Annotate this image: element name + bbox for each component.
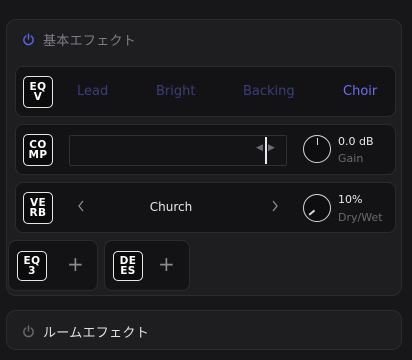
eq-preset-lead[interactable]: Lead bbox=[77, 84, 108, 99]
basic-effects-panel: 基本エフェクト EQ V Lead Bright Backing Choir C… bbox=[6, 19, 402, 296]
eq-preset-backing[interactable]: Backing bbox=[243, 84, 295, 99]
drag-right-icon: ▶ bbox=[268, 143, 275, 153]
comp-badge[interactable]: CO MP bbox=[23, 134, 53, 166]
eq-preset-choir[interactable]: Choir bbox=[343, 84, 377, 99]
verb-badge-line2: RB bbox=[29, 207, 47, 219]
eq-badge[interactable]: EQ V bbox=[23, 76, 53, 108]
verb-badge[interactable]: VE RB bbox=[23, 192, 53, 224]
room-effects-panel: ルームエフェクト bbox=[6, 310, 402, 350]
plus-icon[interactable]: + bbox=[158, 254, 175, 274]
drag-left-icon: ◀ bbox=[256, 143, 263, 153]
power-icon[interactable] bbox=[22, 32, 35, 46]
power-icon[interactable] bbox=[22, 325, 35, 338]
comp-threshold-meter[interactable]: ◀ ▶ bbox=[69, 135, 287, 166]
dry-wet-value: 10% bbox=[338, 193, 363, 206]
dees-slot[interactable]: DE ES + bbox=[104, 240, 190, 291]
knob-indicator bbox=[316, 138, 318, 145]
comp-row: CO MP ◀ ▶ 0.0 dB Gain bbox=[15, 124, 396, 175]
dees-badge-line2: ES bbox=[120, 265, 136, 277]
gain-label: Gain bbox=[338, 152, 364, 165]
gain-knob[interactable] bbox=[303, 135, 331, 163]
verb-preset-name: Church bbox=[149, 200, 193, 214]
dry-wet-label: Dry/Wet bbox=[338, 211, 383, 224]
dry-wet-knob[interactable] bbox=[303, 194, 331, 222]
threshold-handle[interactable] bbox=[265, 137, 267, 164]
eq3-badge-line2: 3 bbox=[28, 265, 36, 277]
eq-preset-bright[interactable]: Bright bbox=[156, 84, 195, 99]
dees-badge: DE ES bbox=[113, 251, 143, 281]
gain-value: 0.0 dB bbox=[338, 135, 374, 148]
eq3-slot[interactable]: EQ 3 + bbox=[8, 240, 98, 291]
eq3-badge: EQ 3 bbox=[17, 251, 47, 281]
basic-effects-title: 基本エフェクト bbox=[43, 33, 137, 49]
knob-indicator bbox=[308, 209, 315, 216]
verb-row: VE RB Church 10% Dry/Wet bbox=[15, 182, 396, 233]
room-effects-title: ルームエフェクト bbox=[43, 326, 150, 341]
chevron-left-icon[interactable] bbox=[73, 197, 89, 215]
eq-row: EQ V Lead Bright Backing Choir bbox=[15, 66, 396, 117]
eq-badge-line2: V bbox=[33, 91, 43, 103]
room-effects-header: ルームエフェクト bbox=[22, 322, 149, 341]
basic-effects-header: 基本エフェクト bbox=[22, 30, 137, 49]
comp-badge-line2: MP bbox=[28, 149, 48, 161]
plus-icon[interactable]: + bbox=[67, 254, 84, 274]
chevron-right-icon[interactable] bbox=[267, 197, 283, 215]
